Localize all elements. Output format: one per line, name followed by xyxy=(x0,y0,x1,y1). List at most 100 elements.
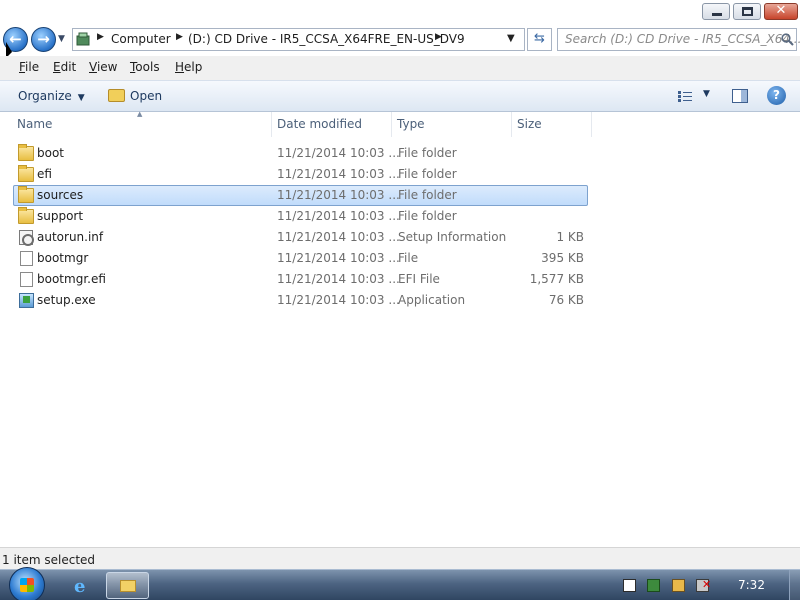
taskbar-internet-explorer[interactable]: e xyxy=(62,572,102,599)
menu-file[interactable]: File xyxy=(19,60,39,74)
power-icon[interactable] xyxy=(672,579,685,592)
preview-pane-icon xyxy=(741,90,747,102)
file-name: sources xyxy=(37,188,84,202)
file-size: 1 KB xyxy=(556,230,584,244)
chevron-down-icon: ▼ xyxy=(58,34,65,44)
search-input[interactable]: Search (D:) CD Drive - IR5_CCSA_X64... xyxy=(557,28,800,51)
setup-information-icon xyxy=(19,230,34,246)
file-date: 11/21/2014 10:03 ... xyxy=(277,293,400,307)
internet-explorer-icon: e xyxy=(74,576,86,597)
column-headers: ▲ Name Date modified Type Size xyxy=(0,110,800,137)
help-icon: ? xyxy=(773,88,780,102)
refresh-icon: ⇆ xyxy=(534,31,545,46)
file-size: 395 KB xyxy=(541,251,584,265)
column-header-date-modified[interactable]: Date modified xyxy=(272,112,392,137)
show-desktop-button[interactable] xyxy=(789,570,800,600)
file-size: 1,577 KB xyxy=(529,272,584,286)
breadcrumb-separator-icon[interactable]: ▶ xyxy=(97,32,104,42)
file-type: File folder xyxy=(398,167,457,181)
title-bar: ✕ xyxy=(0,0,800,24)
list-item-selected[interactable]: sources 11/21/2014 10:03 ... File folder xyxy=(13,185,588,206)
command-bar: Organize ▼ Open ▼ ? xyxy=(0,80,800,112)
breadcrumb-computer[interactable]: Computer xyxy=(111,32,171,46)
minimize-icon xyxy=(712,13,722,16)
file-type: File folder xyxy=(398,188,457,202)
folder-icon xyxy=(18,144,34,161)
column-header-name[interactable]: Name xyxy=(12,112,272,137)
chevron-down-icon: ▼ xyxy=(77,93,85,103)
change-view-button[interactable]: ▼ xyxy=(676,88,716,106)
organize-label: Organize xyxy=(18,89,72,103)
list-item[interactable]: bootmgr.efi 11/21/2014 10:03 ... EFI Fil… xyxy=(13,269,588,290)
file-icon xyxy=(20,272,33,287)
file-date: 11/21/2014 10:03 ... xyxy=(277,188,400,202)
preview-pane-button[interactable] xyxy=(732,89,748,103)
open-folder-icon xyxy=(108,89,125,102)
list-item[interactable]: boot 11/21/2014 10:03 ... File folder xyxy=(13,143,588,164)
file-date: 11/21/2014 10:03 ... xyxy=(277,209,400,223)
search-placeholder: Search (D:) CD Drive - IR5_CCSA_X64... xyxy=(565,32,800,46)
forward-arrow-icon: → xyxy=(37,30,50,48)
menu-bar: File Edit View Tools Help xyxy=(0,56,800,80)
breadcrumb-cd-drive[interactable]: (D:) CD Drive - IR5_CCSA_X64FRE_EN-US_DV… xyxy=(188,32,465,46)
action-center-icon[interactable] xyxy=(623,579,636,592)
address-dropdown-icon[interactable]: ▼ xyxy=(507,33,515,44)
folder-icon xyxy=(120,580,136,592)
organize-button[interactable]: Organize ▼ xyxy=(10,87,93,107)
volume-muted-icon[interactable]: ✕ xyxy=(696,578,711,592)
column-header-type[interactable]: Type xyxy=(392,112,512,137)
file-name: boot xyxy=(37,146,65,160)
close-icon: ✕ xyxy=(775,3,787,18)
file-name: support xyxy=(37,209,84,223)
clock[interactable]: 7:32 xyxy=(738,578,765,592)
navigation-bar: ← → ▼ ▶ Computer ▶ (D:) CD Drive - IR5_C… xyxy=(0,24,800,54)
chevron-down-icon: ▼ xyxy=(703,89,710,99)
list-item[interactable]: efi 11/21/2014 10:03 ... File folder xyxy=(13,164,588,185)
file-date: 11/21/2014 10:03 ... xyxy=(277,230,400,244)
file-icon xyxy=(20,251,33,266)
open-button[interactable]: Open xyxy=(102,87,168,107)
menu-help[interactable]: Help xyxy=(175,60,202,74)
list-item[interactable]: setup.exe 11/21/2014 10:03 ... Applicati… xyxy=(13,290,588,311)
folder-icon xyxy=(18,186,34,203)
file-date: 11/21/2014 10:03 ... xyxy=(277,251,400,265)
file-date: 11/21/2014 10:03 ... xyxy=(277,167,400,181)
start-button[interactable] xyxy=(9,567,45,600)
breadcrumb-separator-icon[interactable]: ▶ xyxy=(176,32,183,42)
close-button[interactable]: ✕ xyxy=(764,3,798,20)
file-type: EFI File xyxy=(398,272,440,286)
menu-view[interactable]: View xyxy=(89,60,117,74)
file-list: boot 11/21/2014 10:03 ... File folder ef… xyxy=(0,143,800,545)
forward-button[interactable]: → xyxy=(31,27,56,52)
restore-icon xyxy=(742,7,753,16)
list-item[interactable]: support 11/21/2014 10:03 ... File folder xyxy=(13,206,588,227)
search-icon xyxy=(781,33,794,46)
file-date: 11/21/2014 10:03 ... xyxy=(277,272,400,286)
file-name: bootmgr xyxy=(37,251,89,265)
cd-drive-icon xyxy=(76,32,90,46)
file-size: 76 KB xyxy=(548,293,584,307)
network-icon[interactable] xyxy=(647,579,660,592)
file-name: setup.exe xyxy=(37,293,96,307)
status-text: 1 item selected xyxy=(2,553,96,567)
windows-logo-icon xyxy=(20,578,34,592)
file-name: bootmgr.efi xyxy=(37,272,106,286)
file-name: efi xyxy=(37,167,52,181)
address-bar[interactable]: ▶ Computer ▶ (D:) CD Drive - IR5_CCSA_X6… xyxy=(72,28,525,51)
list-item[interactable]: autorun.inf 11/21/2014 10:03 ... Setup I… xyxy=(13,227,588,248)
refresh-button[interactable]: ⇆ xyxy=(527,28,552,51)
recent-pages-button[interactable]: ▼ xyxy=(58,34,68,44)
help-button[interactable]: ? xyxy=(767,86,786,105)
file-type: File folder xyxy=(398,146,457,160)
file-type: File folder xyxy=(398,209,457,223)
maximize-button[interactable] xyxy=(733,3,761,20)
list-item[interactable]: bootmgr 11/21/2014 10:03 ... File 395 KB xyxy=(13,248,588,269)
menu-tools[interactable]: Tools xyxy=(130,60,160,74)
taskbar-windows-explorer[interactable] xyxy=(106,572,149,599)
open-label: Open xyxy=(130,89,163,103)
breadcrumb-separator-icon[interactable]: ▶ xyxy=(435,32,442,42)
column-header-size[interactable]: Size xyxy=(512,112,592,137)
details-view-icon xyxy=(678,91,692,102)
menu-edit[interactable]: Edit xyxy=(53,60,76,74)
minimize-button[interactable] xyxy=(702,3,730,20)
